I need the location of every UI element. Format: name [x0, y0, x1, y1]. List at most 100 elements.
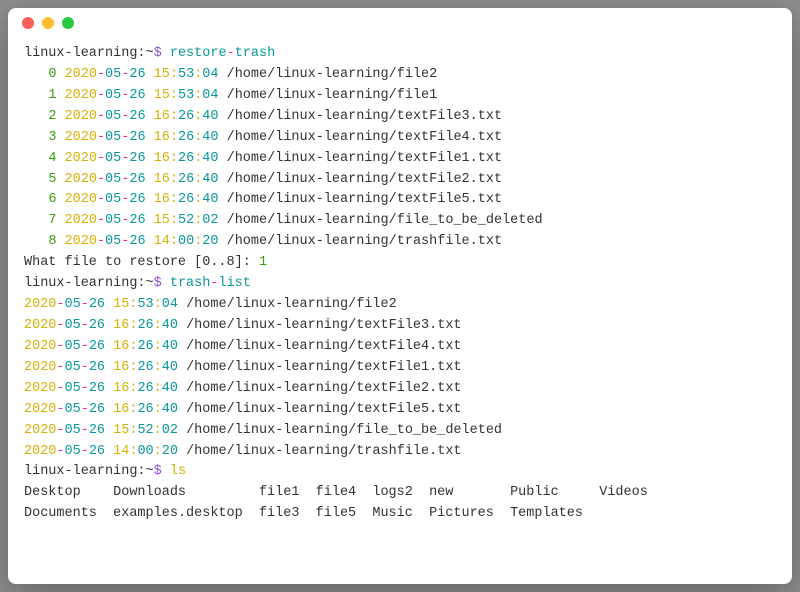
- time-min: 53: [137, 297, 153, 312]
- date-month: 05: [105, 172, 121, 187]
- time-min: 26: [137, 402, 153, 417]
- date-dash: -: [97, 172, 105, 187]
- trash-item: 2020-05-26 16:26:40 /home/linux-learning…: [24, 379, 776, 400]
- date-day: 26: [129, 172, 145, 187]
- date-year: 2020: [65, 213, 97, 228]
- date-dash: -: [97, 213, 105, 228]
- date-day: 26: [89, 339, 105, 354]
- time-hour: 16: [113, 339, 129, 354]
- file-path: /home/linux-learning/trashfile.txt: [227, 234, 502, 249]
- date-dash: -: [81, 444, 89, 459]
- command-trash: trash: [170, 276, 211, 291]
- date-dash: -: [81, 318, 89, 333]
- date-year: 2020: [24, 402, 56, 417]
- file-path: /home/linux-learning/textFile1.txt: [186, 360, 461, 375]
- time-colon: :: [154, 360, 162, 375]
- minimize-icon[interactable]: [42, 17, 54, 29]
- date-day: 26: [129, 67, 145, 82]
- title-bar: [8, 8, 792, 38]
- trash-item: 2020-05-26 14:00:20 /home/linux-learning…: [24, 442, 776, 463]
- file-path: /home/linux-learning/file1: [227, 88, 438, 103]
- file-path: /home/linux-learning/file_to_be_deleted: [227, 213, 543, 228]
- date-month: 05: [65, 339, 81, 354]
- restore-items: 0 2020-05-26 15:53:04 /home/linux-learni…: [24, 65, 776, 253]
- time-sec: 40: [162, 360, 178, 375]
- file-path: /home/linux-learning/textFile4.txt: [186, 339, 461, 354]
- time-sec: 04: [162, 297, 178, 312]
- time-min: 00: [178, 234, 194, 249]
- date-month: 05: [65, 297, 81, 312]
- date-year: 2020: [24, 339, 56, 354]
- time-sec: 20: [202, 234, 218, 249]
- item-index: 0: [48, 67, 56, 82]
- date-dash: -: [81, 360, 89, 375]
- date-month: 05: [105, 151, 121, 166]
- date-month: 05: [65, 360, 81, 375]
- restore-prompt: What file to restore [0..8]: 1: [24, 253, 776, 274]
- time-hour: 16: [154, 130, 170, 145]
- item-index: 6: [48, 192, 56, 207]
- time-colon: :: [154, 444, 162, 459]
- restore-item: 5 2020-05-26 16:26:40 /home/linux-learni…: [24, 170, 776, 191]
- date-month: 05: [105, 67, 121, 82]
- restore-input[interactable]: 1: [259, 255, 267, 270]
- date-day: 26: [129, 109, 145, 124]
- close-icon[interactable]: [22, 17, 34, 29]
- file-path: /home/linux-learning/textFile1.txt: [227, 151, 502, 166]
- date-day: 26: [129, 192, 145, 207]
- date-dash: -: [81, 402, 89, 417]
- time-colon: :: [170, 67, 178, 82]
- time-min: 53: [178, 88, 194, 103]
- date-day: 26: [129, 88, 145, 103]
- prompt-host: linux-learning:~: [24, 464, 154, 479]
- time-hour: 15: [113, 423, 129, 438]
- date-year: 2020: [65, 234, 97, 249]
- item-index: 2: [48, 109, 56, 124]
- time-hour: 16: [113, 381, 129, 396]
- date-day: 26: [129, 130, 145, 145]
- date-month: 05: [65, 444, 81, 459]
- trash-item: 2020-05-26 16:26:40 /home/linux-learning…: [24, 337, 776, 358]
- time-sec: 40: [162, 402, 178, 417]
- date-year: 2020: [24, 423, 56, 438]
- time-sec: 04: [202, 88, 218, 103]
- ls-output-row: Desktop Downloads file1 file4 logs2 new …: [24, 483, 776, 504]
- command-restore: restore: [170, 46, 227, 61]
- time-colon: :: [154, 318, 162, 333]
- time-sec: 20: [162, 444, 178, 459]
- date-year: 2020: [65, 151, 97, 166]
- file-path: /home/linux-learning/textFile3.txt: [227, 109, 502, 124]
- date-year: 2020: [65, 109, 97, 124]
- date-dash: -: [56, 339, 64, 354]
- date-day: 26: [89, 444, 105, 459]
- file-path: /home/linux-learning/trashfile.txt: [186, 444, 461, 459]
- date-year: 2020: [65, 130, 97, 145]
- time-sec: 02: [162, 423, 178, 438]
- time-min: 26: [178, 109, 194, 124]
- date-year: 2020: [65, 192, 97, 207]
- restore-item: 1 2020-05-26 15:53:04 /home/linux-learni…: [24, 86, 776, 107]
- date-dash: -: [81, 381, 89, 396]
- time-min: 26: [178, 151, 194, 166]
- time-colon: :: [154, 381, 162, 396]
- maximize-icon[interactable]: [62, 17, 74, 29]
- file-path: /home/linux-learning/textFile2.txt: [227, 172, 502, 187]
- prompt-dollar: $: [154, 276, 162, 291]
- item-index: 3: [48, 130, 56, 145]
- date-day: 26: [129, 213, 145, 228]
- date-month: 05: [105, 109, 121, 124]
- time-sec: 04: [202, 67, 218, 82]
- terminal-body[interactable]: linux-learning:~$ restore-trash 0 2020-0…: [8, 38, 792, 584]
- time-sec: 40: [162, 339, 178, 354]
- restore-item: 4 2020-05-26 16:26:40 /home/linux-learni…: [24, 149, 776, 170]
- time-min: 00: [137, 444, 153, 459]
- command-trash: trash: [235, 46, 276, 61]
- restore-item: 7 2020-05-26 15:52:02 /home/linux-learni…: [24, 211, 776, 232]
- date-month: 05: [65, 402, 81, 417]
- file-path: /home/linux-learning/file2: [186, 297, 397, 312]
- time-hour: 15: [154, 88, 170, 103]
- time-hour: 15: [154, 67, 170, 82]
- time-sec: 40: [162, 318, 178, 333]
- time-hour: 16: [113, 360, 129, 375]
- date-year: 2020: [24, 318, 56, 333]
